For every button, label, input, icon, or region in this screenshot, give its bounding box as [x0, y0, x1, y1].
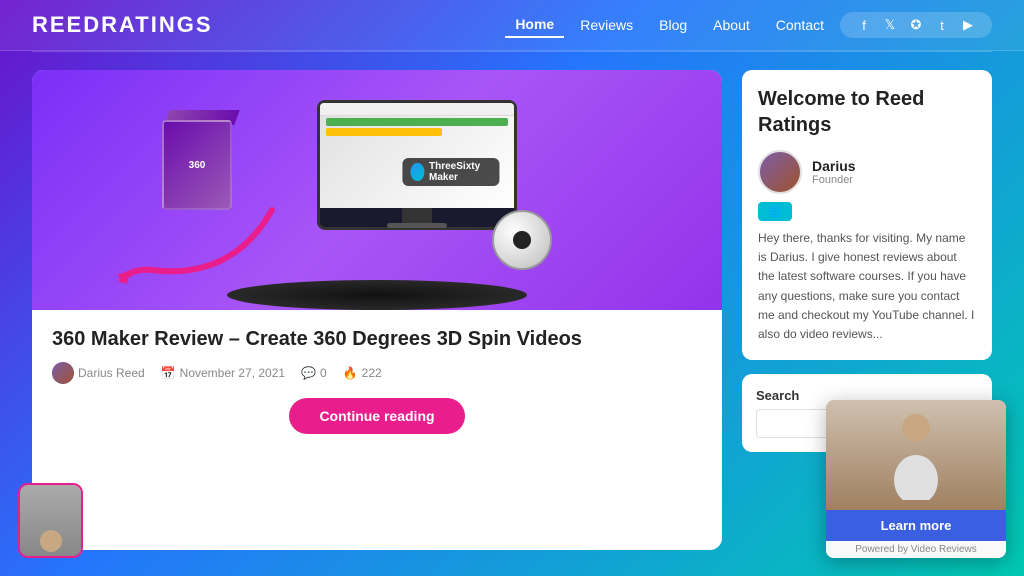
person-svg	[886, 410, 946, 500]
avatar-inner	[20, 485, 81, 556]
nav-about[interactable]: About	[703, 13, 760, 37]
author-row: Darius Founder	[758, 150, 976, 194]
video-person-thumbnail	[826, 400, 1006, 510]
main-nav: Home Reviews Blog About Contact f 𝕏 ✪ t …	[505, 12, 992, 38]
author-link-button[interactable]: 🌐	[758, 202, 792, 221]
comment-count: 0	[320, 366, 327, 380]
ts-logo-icon	[410, 163, 424, 181]
calendar-icon: 📅	[161, 366, 176, 380]
pinterest-icon[interactable]: ✪	[906, 17, 926, 33]
social-icons-group: f 𝕏 ✪ t ▶	[840, 12, 992, 38]
nav-contact[interactable]: Contact	[766, 13, 834, 37]
person-silhouette-head	[40, 530, 62, 552]
comment-icon: 💬	[301, 366, 316, 380]
twitter-icon[interactable]: 𝕏	[880, 17, 900, 33]
learn-more-button[interactable]: Learn more	[826, 510, 1006, 541]
powered-by-label: Powered by Video Reviews	[826, 541, 1006, 558]
views-icon: 🔥	[343, 366, 358, 380]
article-title: 360 Maker Review – Create 360 Degrees 3D…	[52, 326, 702, 352]
welcome-title: Welcome to Reed Ratings	[758, 86, 976, 138]
nav-home[interactable]: Home	[505, 12, 564, 38]
author-info-name: Darius	[812, 158, 856, 174]
article-date: November 27, 2021	[180, 366, 285, 380]
author-info: Darius Founder	[812, 158, 856, 186]
site-logo[interactable]: ReedRatings	[32, 12, 213, 38]
threesixty-logo: ThreeSixty Maker	[402, 158, 499, 186]
nav-blog[interactable]: Blog	[649, 13, 697, 37]
monitor-bar-1	[326, 118, 508, 126]
author-avatar-small	[52, 362, 74, 384]
meta-comments: 💬 0	[301, 366, 327, 380]
product-box	[162, 120, 252, 220]
header: ReedRatings Home Reviews Blog About Cont…	[0, 0, 1024, 51]
monitor-graphic: ThreeSixty Maker	[317, 100, 517, 230]
tumblr-icon[interactable]: t	[932, 18, 952, 33]
ts-logo-text: ThreeSixty Maker	[429, 161, 491, 183]
meta-views: 🔥 222	[343, 366, 382, 380]
article-meta: Darius Reed 📅 November 27, 2021 💬 0 🔥 22…	[52, 362, 702, 384]
monitor-base	[387, 223, 447, 228]
article-body: 360 Maker Review – Create 360 Degrees 3D…	[32, 310, 722, 444]
camera-ball	[492, 210, 552, 270]
monitor-bar-2	[326, 128, 442, 136]
author-avatar-inner	[52, 362, 74, 384]
display-platform	[227, 280, 527, 310]
meta-date: 📅 November 27, 2021	[161, 366, 285, 380]
nav-reviews[interactable]: Reviews	[570, 13, 643, 37]
sidebar-description: Hey there, thanks for visiting. My name …	[758, 229, 976, 344]
author-info-role: Founder	[812, 174, 856, 186]
monitor-screen: ThreeSixty Maker	[320, 103, 514, 208]
monitor-stand	[402, 208, 432, 223]
video-preview-area	[826, 400, 1006, 510]
meta-author: Darius Reed	[52, 362, 145, 384]
youtube-icon[interactable]: ▶	[958, 17, 978, 33]
facebook-icon[interactable]: f	[854, 18, 874, 33]
author-name: Darius Reed	[78, 366, 145, 380]
box-front-face	[162, 120, 232, 210]
author-big-avatar	[758, 150, 802, 194]
bottom-left-avatar-popup[interactable]	[18, 483, 83, 558]
continue-reading-button[interactable]: Continue reading	[289, 398, 464, 434]
article-image: ThreeSixty Maker	[32, 70, 722, 310]
article-card: ThreeSixty Maker	[32, 70, 722, 550]
welcome-widget: Welcome to Reed Ratings Darius Founder 🌐…	[742, 70, 992, 360]
video-review-popup: Learn more Powered by Video Reviews	[826, 400, 1006, 558]
views-count: 222	[362, 366, 382, 380]
